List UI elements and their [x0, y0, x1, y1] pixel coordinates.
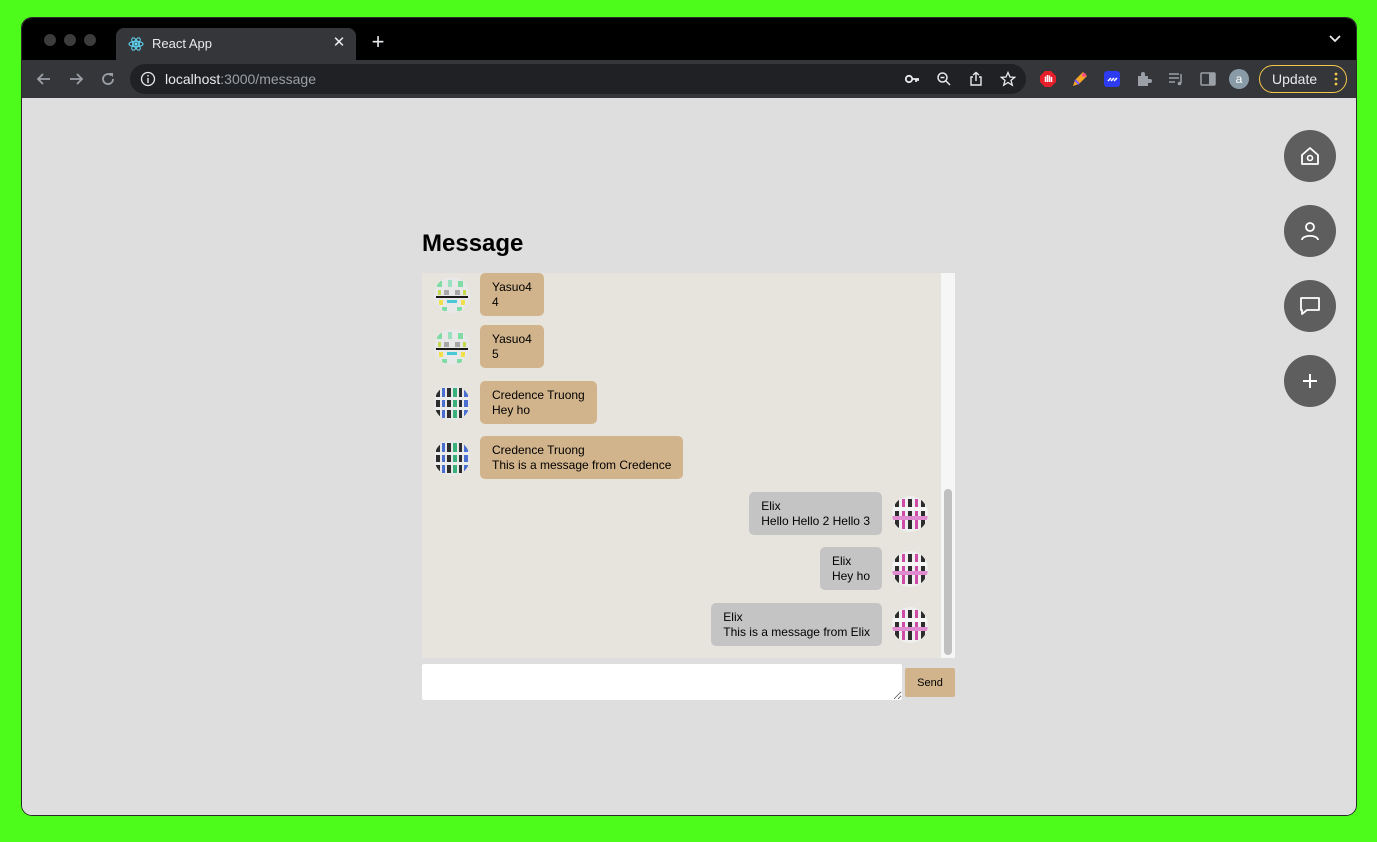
chat-icon: [1300, 297, 1320, 315]
message-bubble: Yasuo4 4: [480, 273, 544, 316]
message-text: 5: [492, 347, 499, 361]
message-item: Elix Hello Hello 2 Hello 3: [749, 492, 928, 535]
message-bubble: Credence Truong This is a message from C…: [480, 436, 684, 479]
message-text: This is a message from Elix: [723, 625, 870, 639]
browser-toolbar: localhost:3000/message a Update: [22, 60, 1356, 98]
message-bubble: Yasuo4 5: [480, 325, 544, 368]
info-icon[interactable]: [140, 71, 156, 87]
close-window-button[interactable]: [44, 34, 56, 46]
zoom-out-icon[interactable]: [936, 71, 952, 87]
chevron-down-icon[interactable]: [1328, 34, 1342, 44]
message-sender: Yasuo4: [492, 332, 532, 346]
scrollbar-thumb[interactable]: [944, 489, 952, 655]
react-icon: [128, 37, 144, 51]
avatar: [892, 606, 928, 643]
new-tab-button[interactable]: +: [368, 31, 388, 53]
message-item: Yasuo4 4: [434, 273, 544, 316]
back-arrow-icon[interactable]: [34, 69, 54, 89]
message-sender: Yasuo4: [492, 280, 532, 294]
bookmark-star-icon[interactable]: [1000, 71, 1016, 87]
more-vertical-icon: [1334, 72, 1338, 86]
add-button[interactable]: [1284, 355, 1336, 407]
side-panel-icon[interactable]: [1199, 70, 1217, 88]
messages-button[interactable]: [1284, 280, 1336, 332]
home-button[interactable]: [1284, 130, 1336, 182]
message-item: Credence Truong Hey ho: [434, 381, 597, 424]
color-picker-extension-icon[interactable]: [1071, 70, 1089, 88]
extensions-puzzle-icon[interactable]: [1135, 70, 1153, 88]
message-bubble: Elix This is a message from Elix: [711, 603, 882, 646]
message-text: This is a message from Credence: [492, 458, 672, 472]
url-text[interactable]: localhost:3000/message: [165, 71, 316, 87]
message-item: Credence Truong This is a message from C…: [434, 436, 684, 479]
avatar: [434, 384, 470, 421]
maximize-window-button[interactable]: [84, 34, 96, 46]
tab-title: React App: [152, 36, 212, 51]
profile-avatar[interactable]: a: [1229, 69, 1249, 89]
avatar: [434, 439, 470, 476]
share-icon[interactable]: [968, 71, 984, 87]
avatar: [892, 495, 928, 532]
browser-tab[interactable]: React App ✕: [116, 28, 356, 60]
message-text: 4: [492, 295, 499, 309]
message-sender: Elix: [723, 610, 743, 624]
page-content: Message Yasuo4 4 Yasuo4 5 Credence Truon…: [22, 98, 1356, 815]
message-sender: Credence Truong: [492, 443, 585, 457]
link-extension-icon[interactable]: [1103, 70, 1121, 88]
message-bubble: Elix Hey ho: [819, 547, 882, 590]
message-sender: Elix: [761, 499, 781, 513]
avatar: [434, 328, 470, 365]
forward-arrow-icon[interactable]: [66, 69, 86, 89]
scrollbar[interactable]: [941, 273, 955, 658]
page-title: Message: [422, 230, 524, 257]
adblock-extension-icon[interactable]: [1039, 70, 1057, 88]
message-input[interactable]: [422, 664, 902, 700]
tab-close-icon[interactable]: ✕: [330, 34, 348, 52]
minimize-window-button[interactable]: [64, 34, 76, 46]
url-path: :3000/message: [220, 71, 316, 87]
url-host: localhost: [165, 71, 221, 87]
message-text: Hey ho: [492, 403, 531, 417]
send-button[interactable]: Send: [905, 668, 955, 697]
message-sender: Credence Truong: [492, 388, 585, 402]
message-text: Hello Hello 2 Hello 3: [761, 514, 870, 528]
message-list[interactable]: Yasuo4 4 Yasuo4 5 Credence Truong Hey ho…: [422, 273, 955, 658]
message-sender: Elix: [831, 554, 852, 568]
message-item: Elix This is a message from Elix: [711, 603, 928, 646]
profile-button[interactable]: [1284, 205, 1336, 257]
update-button[interactable]: Update: [1259, 65, 1347, 93]
browser-window: React App ✕ + localhost:3000/message a U…: [22, 18, 1356, 815]
address-bar[interactable]: localhost:3000/message: [130, 64, 1026, 94]
message-item: Yasuo4 5: [434, 325, 544, 368]
key-icon[interactable]: [904, 71, 920, 87]
avatar: [434, 276, 470, 313]
reload-icon[interactable]: [98, 69, 118, 89]
message-text: Hey ho: [831, 569, 870, 583]
home-icon: [1301, 147, 1319, 165]
update-label: Update: [1272, 71, 1318, 87]
message-bubble: Elix Hello Hello 2 Hello 3: [749, 492, 882, 535]
message-item: Elix Hey ho: [819, 547, 928, 590]
avatar: [892, 550, 928, 587]
tab-strip: React App ✕ +: [22, 18, 1356, 60]
user-icon: [1301, 222, 1319, 241]
plus-icon: [1303, 374, 1317, 388]
reading-list-icon[interactable]: [1167, 70, 1185, 88]
message-bubble: Credence Truong Hey ho: [480, 381, 597, 424]
